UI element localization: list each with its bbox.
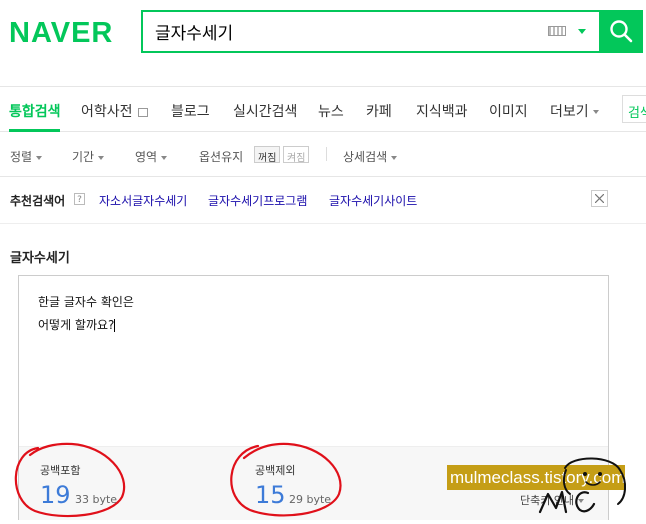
chevron-down-icon: [98, 155, 105, 160]
shortcut-guide-button[interactable]: 단축키 안내: [520, 492, 585, 508]
watermark: mulmeclass.tistory.com: [447, 465, 625, 490]
search-input[interactable]: [155, 18, 525, 45]
related-item[interactable]: 글자수세기사이트: [329, 192, 417, 209]
widget-title: 글자수세기: [10, 251, 70, 266]
filter-detail[interactable]: 상세검색: [343, 148, 398, 165]
divider: [0, 223, 646, 224]
shortcut-guide-label: 단축키 안내: [520, 494, 575, 507]
tab-cafe[interactable]: 카페: [366, 101, 392, 121]
tab-images[interactable]: 이미지: [489, 101, 528, 121]
textarea-line: 어떻게 할까요?: [38, 316, 116, 333]
active-tab-indicator: [9, 129, 60, 132]
tab-dictionary-label: 어학사전: [81, 104, 133, 120]
tab-more[interactable]: 더보기: [550, 101, 599, 121]
with-spaces-count: 19: [40, 481, 71, 509]
search-tabs: 통합검색 어학사전 블로그 실시간검색 뉴스 카페 지식백과 이미지 더보기 검…: [0, 86, 646, 132]
search-icon: [610, 20, 633, 43]
filter-sort-label: 정렬: [10, 150, 33, 164]
option-keep-on[interactable]: 켜짐: [283, 146, 310, 164]
chevron-down-icon: [578, 499, 585, 503]
dictionary-popup-icon: [137, 107, 148, 117]
tab-all[interactable]: 통합검색: [9, 101, 61, 121]
search-button[interactable]: [599, 10, 643, 53]
tab-encyclopedia[interactable]: 지식백과: [416, 101, 468, 121]
related-item[interactable]: 자소서글자수세기: [99, 192, 187, 209]
keyboard-dropdown-icon[interactable]: [578, 29, 586, 34]
filter-area-label: 영역: [135, 150, 158, 164]
chevron-down-icon: [592, 110, 599, 114]
tab-extra-button[interactable]: 검색: [622, 95, 646, 123]
with-spaces-label: 공백포함: [40, 464, 81, 477]
option-keep-off[interactable]: 꺼짐: [254, 146, 281, 164]
chevron-down-icon: [391, 155, 398, 160]
without-spaces-count: 15: [255, 481, 286, 509]
close-icon: [595, 194, 604, 203]
naver-logo[interactable]: NAVER: [9, 17, 113, 50]
divider: [0, 176, 646, 177]
without-spaces-label: 공백제외: [255, 464, 296, 477]
tab-dictionary[interactable]: 어학사전: [81, 101, 148, 121]
filter-period[interactable]: 기간: [72, 148, 105, 165]
filter-divider: [326, 147, 327, 161]
option-keep-label: 옵션유지: [199, 150, 244, 164]
chevron-down-icon: [36, 155, 43, 160]
filter-sort[interactable]: 정렬: [10, 148, 43, 165]
keyboard-icon[interactable]: [548, 26, 566, 36]
text-cursor: [114, 319, 116, 332]
tab-more-label: 더보기: [550, 104, 589, 120]
tab-news[interactable]: 뉴스: [318, 101, 344, 121]
filter-area[interactable]: 영역: [135, 148, 168, 165]
with-spaces-bytes: 33 byte: [75, 493, 118, 506]
help-icon[interactable]: ?: [74, 193, 85, 205]
chevron-down-icon: [161, 155, 168, 160]
without-spaces-bytes: 29 byte: [289, 493, 332, 506]
filter-detail-label: 상세검색: [343, 150, 388, 164]
filter-period-label: 기간: [72, 150, 95, 164]
tab-blog[interactable]: 블로그: [171, 101, 210, 121]
related-label: 추천검색어: [10, 194, 66, 208]
textarea-line: 한글 글자수 확인은: [38, 295, 134, 309]
textarea-line-text: 어떻게 할까요?: [38, 318, 115, 332]
search-box: [141, 10, 601, 53]
tab-realtime[interactable]: 실시간검색: [233, 101, 297, 121]
close-button[interactable]: [591, 190, 608, 207]
related-item[interactable]: 글자수세기프로그램: [208, 192, 307, 209]
